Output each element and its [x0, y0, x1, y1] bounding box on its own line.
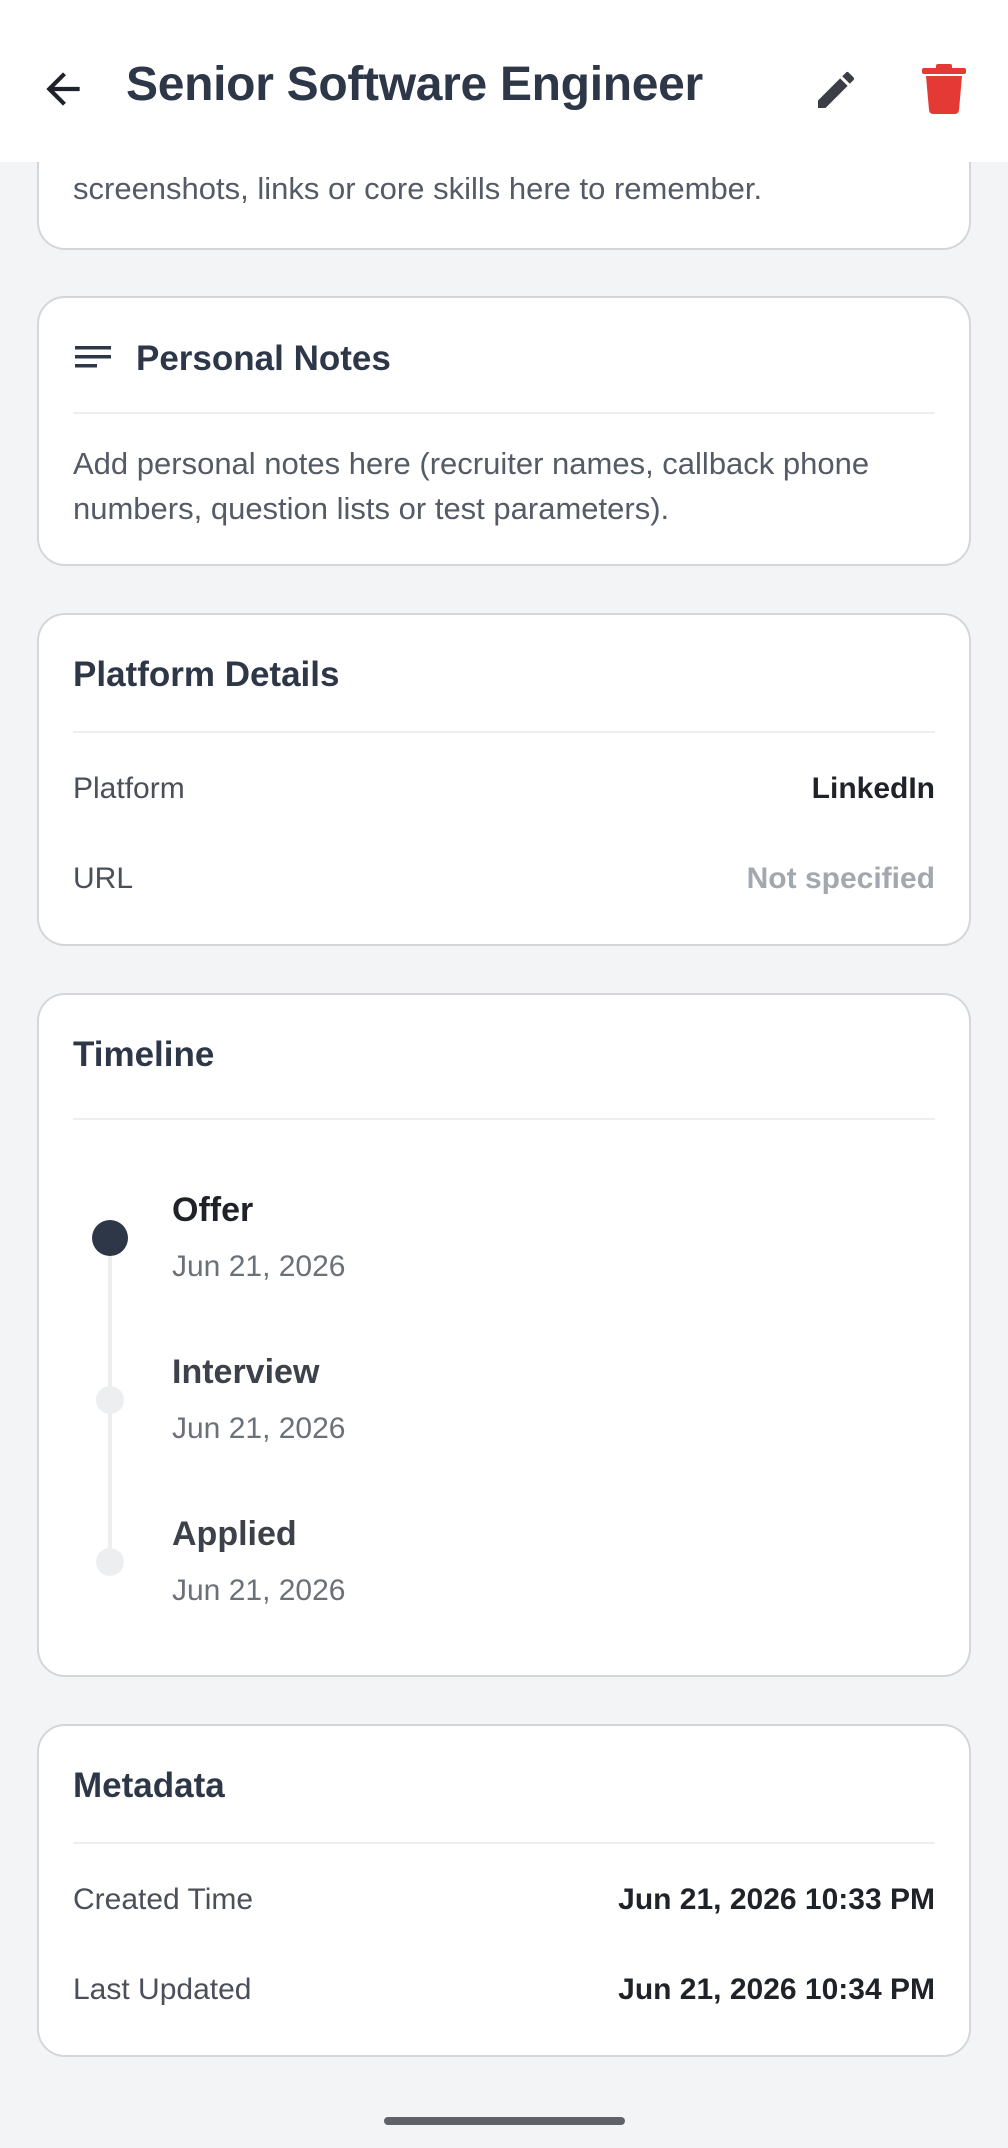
personal-notes-placeholder[interactable]: Add personal notes here (recruiter names…	[73, 441, 935, 531]
timeline-item-status: Applied	[172, 1515, 297, 1553]
metadata-title: Metadata	[73, 1766, 225, 1805]
timeline-item-status: Offer	[172, 1191, 254, 1229]
timeline-item-date: Jun 21, 2026	[172, 1574, 346, 1607]
timeline-item-date: Jun 21, 2026	[172, 1250, 346, 1283]
personal-notes-card: Personal Notes Add personal notes here (…	[37, 296, 971, 566]
platform-details-title: Platform Details	[73, 655, 340, 694]
platform-label: Platform	[73, 772, 185, 805]
delete-button[interactable]	[922, 64, 966, 114]
url-label: URL	[73, 862, 134, 895]
timeline-dot-active	[92, 1220, 128, 1256]
timeline-item-status: Interview	[172, 1353, 320, 1391]
platform-details-card: Platform Details Platform LinkedIn URL N…	[37, 613, 971, 946]
created-time-label: Created Time	[73, 1883, 254, 1916]
home-indicator[interactable]	[384, 2117, 625, 2125]
timeline-item-date: Jun 21, 2026	[172, 1412, 346, 1445]
edit-button[interactable]	[812, 66, 860, 114]
last-updated-label: Last Updated	[73, 1973, 252, 2006]
divider	[73, 412, 935, 414]
trash-icon	[922, 64, 966, 114]
created-time-value: Jun 21, 2026 10:33 PM	[618, 1883, 935, 1916]
timeline-card: Timeline Offer Jun 21, 2026 Interview Ju…	[37, 993, 971, 1677]
pencil-icon	[818, 71, 855, 108]
last-updated-value: Jun 21, 2026 10:34 PM	[618, 1973, 935, 2006]
timeline-dot	[96, 1548, 124, 1576]
back-button[interactable]	[38, 64, 88, 114]
divider	[73, 731, 935, 733]
divider	[73, 1842, 935, 1844]
timeline-dot	[96, 1386, 124, 1414]
personal-notes-title: Personal Notes	[136, 339, 391, 378]
metadata-card: Metadata Created Time Jun 21, 2026 10:33…	[37, 1724, 971, 2057]
timeline-title: Timeline	[73, 1035, 215, 1074]
url-value[interactable]: Not specified	[747, 862, 935, 896]
notes-lines-icon	[75, 346, 111, 368]
divider	[73, 1118, 935, 1120]
page-title: Senior Software Engineer	[126, 58, 703, 111]
arrow-left-icon	[46, 72, 80, 106]
description-text: screenshots, links or core skills here t…	[73, 171, 763, 206]
app-bar: Senior Software Engineer	[0, 0, 1008, 162]
platform-value: LinkedIn	[811, 772, 935, 805]
